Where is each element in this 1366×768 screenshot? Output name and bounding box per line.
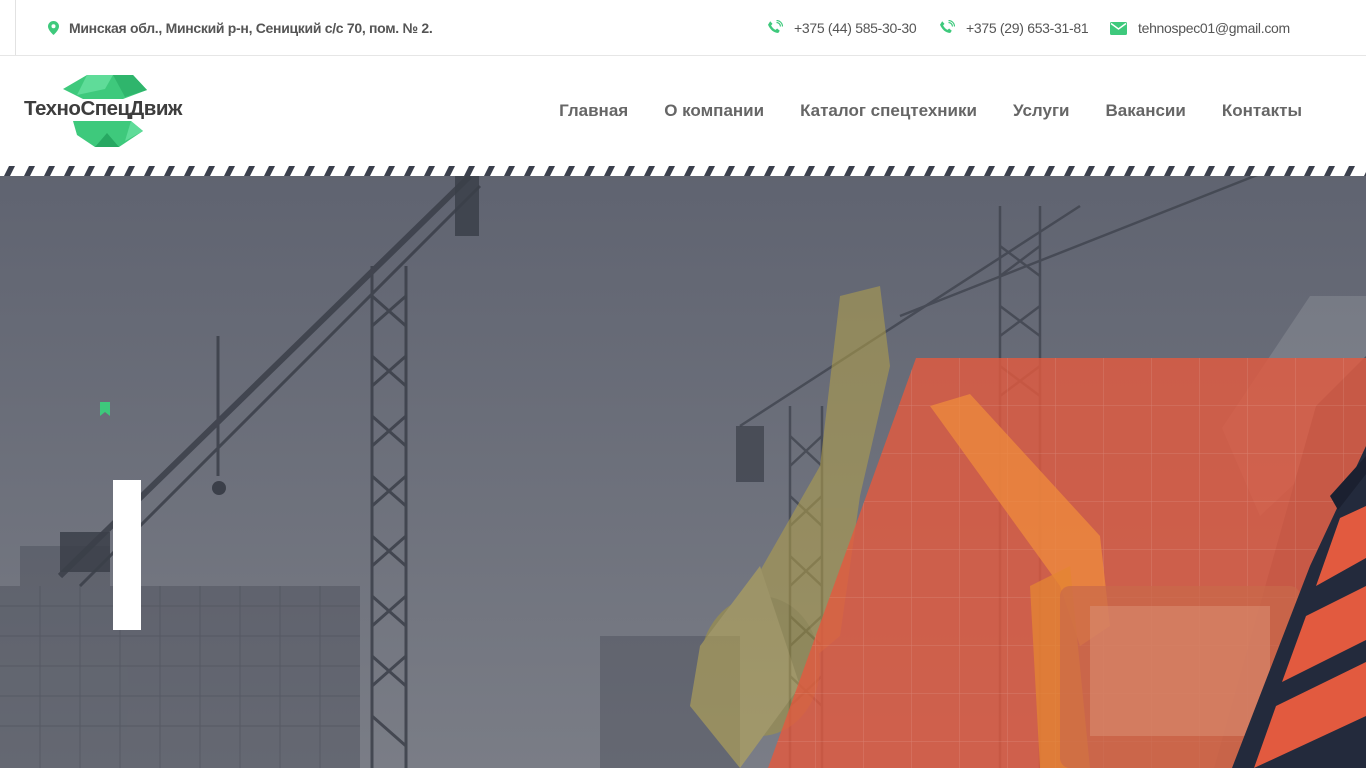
sparkle-icon [100, 405, 108, 414]
phone-icon [939, 20, 955, 36]
logo-text: ТехноСпецДвиж [24, 97, 182, 120]
phone-link-1[interactable]: +375 (44) 585-30-30 [767, 19, 917, 37]
map-pin-icon [48, 21, 59, 35]
divider [15, 0, 16, 55]
phone-2-text: +375 (29) 653-31-81 [966, 20, 1089, 36]
nav-item-contacts[interactable]: Контакты [1222, 101, 1302, 121]
main-nav: Главная О компании Каталог спецтехники У… [559, 101, 1302, 121]
phone-1-text: +375 (44) 585-30-30 [794, 20, 917, 36]
phone-icon [767, 20, 783, 36]
hero-background-image [0, 166, 1366, 768]
address-text: Минская обл., Минский р-н, Сеницкий с/с … [69, 20, 433, 36]
hero-text-placeholder-bar [113, 480, 141, 630]
site-header: ТехноСпецДвиж Главная О компании Каталог… [0, 56, 1366, 166]
nav-item-services[interactable]: Услуги [1013, 101, 1070, 121]
email-text: tehnospec01@gmail.com [1138, 20, 1290, 36]
nav-item-about[interactable]: О компании [664, 101, 764, 121]
email-link[interactable]: tehnospec01@gmail.com [1110, 19, 1290, 37]
nav-item-catalog[interactable]: Каталог спецтехники [800, 101, 977, 121]
logo[interactable]: ТехноСпецДвиж [15, 75, 191, 147]
address-block: Минская обл., Минский р-н, Сеницкий с/с … [48, 19, 433, 37]
hero-banner [0, 166, 1366, 768]
envelope-icon [1110, 21, 1127, 35]
nav-item-home[interactable]: Главная [559, 101, 628, 121]
top-info-bar: Минская обл., Минский р-н, Сеницкий с/с … [0, 0, 1366, 56]
nav-item-vacancies[interactable]: Вакансии [1106, 101, 1186, 121]
phone-link-2[interactable]: +375 (29) 653-31-81 [939, 19, 1089, 37]
